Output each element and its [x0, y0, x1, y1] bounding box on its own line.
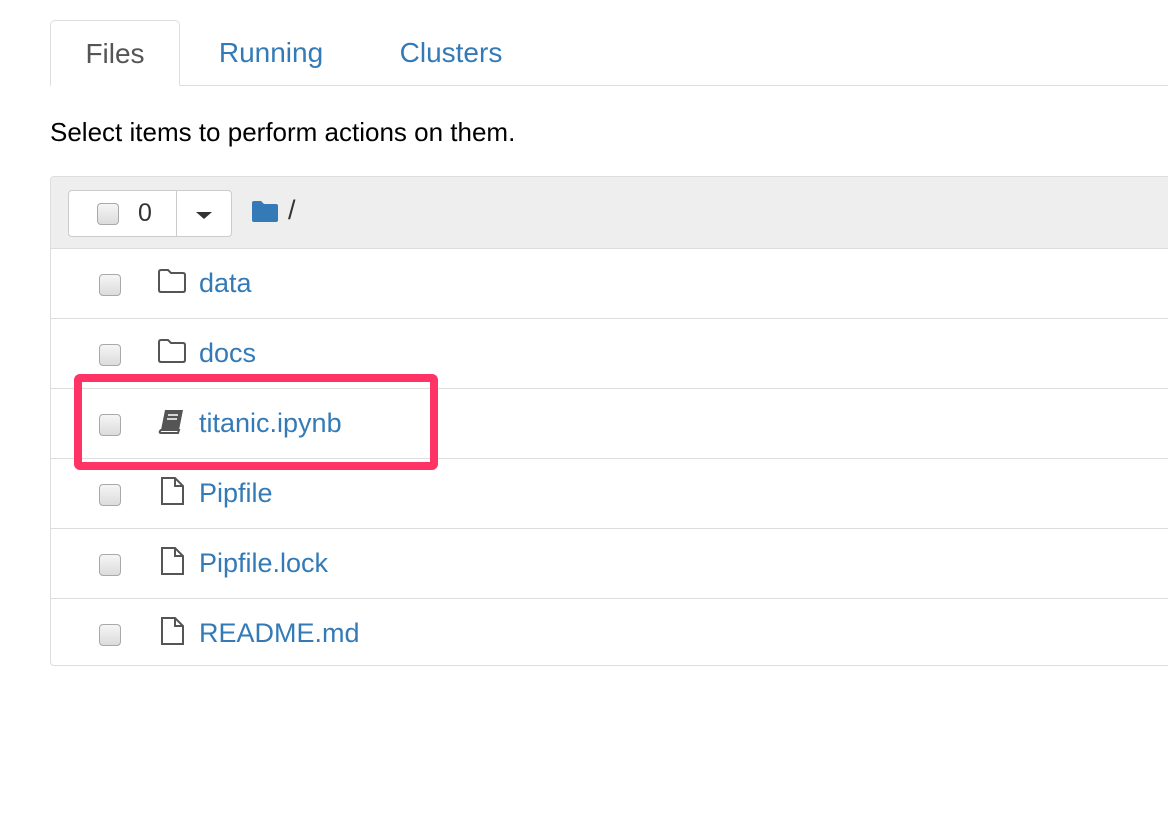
- folder-icon: [158, 269, 186, 293]
- list-item: Pipfile.lock: [51, 529, 1168, 599]
- file-icon: [161, 477, 184, 505]
- list-item: titanic.ipynb: [51, 389, 1168, 459]
- select-controls: 0: [68, 190, 232, 237]
- item-checkbox[interactable]: [99, 624, 121, 646]
- tab-files[interactable]: Files: [50, 20, 180, 86]
- item-name-link[interactable]: titanic.ipynb: [199, 389, 342, 457]
- list-item: docs: [51, 319, 1168, 389]
- notebook-icon: [158, 410, 183, 434]
- folder-icon: [158, 339, 186, 363]
- select-dropdown-button[interactable]: [176, 190, 232, 237]
- file-list-header: 0 /: [51, 177, 1168, 249]
- selected-count: 0: [138, 199, 152, 227]
- folder-solid-icon[interactable]: [251, 199, 279, 223]
- item-checkbox[interactable]: [99, 344, 121, 366]
- tab-clusters[interactable]: Clusters: [395, 20, 507, 85]
- item-checkbox[interactable]: [99, 274, 121, 296]
- item-checkbox[interactable]: [99, 554, 121, 576]
- item-name-link[interactable]: README.md: [199, 599, 360, 665]
- instructions-text: Select items to perform actions on them.: [50, 117, 516, 147]
- list-item: data: [51, 249, 1168, 319]
- file-icon: [161, 547, 184, 575]
- item-name-link[interactable]: Pipfile.lock: [199, 529, 328, 597]
- list-item: README.md: [51, 599, 1168, 665]
- file-icon: [161, 617, 184, 645]
- item-name-link[interactable]: docs: [199, 319, 256, 387]
- breadcrumb-root[interactable]: /: [288, 194, 296, 226]
- tab-bar: Files Running Clusters: [50, 20, 1168, 86]
- item-name-link[interactable]: Pipfile: [199, 459, 273, 527]
- select-all-button[interactable]: 0: [68, 190, 177, 237]
- item-name-link[interactable]: data: [199, 249, 252, 317]
- caret-down-icon: [196, 212, 212, 219]
- item-checkbox[interactable]: [99, 414, 121, 436]
- item-checkbox[interactable]: [99, 484, 121, 506]
- tab-running[interactable]: Running: [215, 20, 327, 85]
- file-list-panel: 0 / data docs titanic.ipynb Pipfile Pipf…: [50, 176, 1168, 666]
- list-item: Pipfile: [51, 459, 1168, 529]
- select-all-checkbox[interactable]: [97, 203, 119, 225]
